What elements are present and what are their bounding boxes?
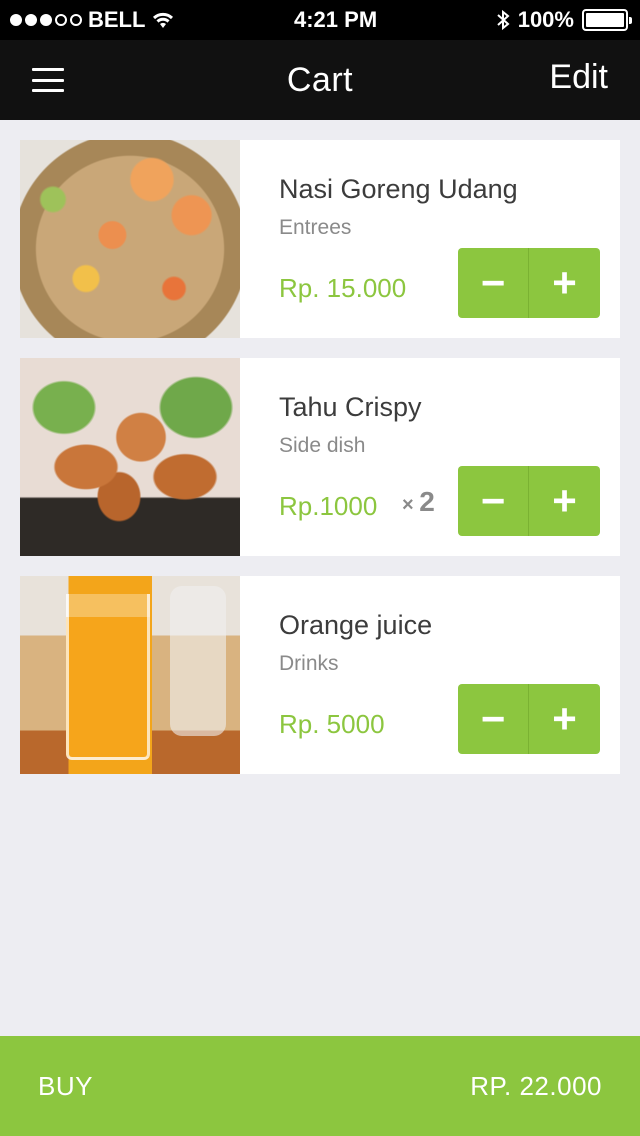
item-details: Orange juice Drinks Rp. 5000 − +	[240, 576, 620, 774]
page-title: Cart	[286, 60, 354, 99]
status-bar: BELL 4:21 PM 100%	[0, 0, 640, 40]
signal-strength-icon	[10, 14, 82, 26]
item-quantity: × 2	[402, 486, 435, 518]
nav-bar: Cart Edit	[0, 40, 640, 120]
checkout-bar: BUY RP. 22.000	[0, 1036, 640, 1136]
carrier-label: BELL	[88, 7, 146, 32]
cart-item: Orange juice Drinks Rp. 5000 − +	[20, 576, 620, 774]
increase-quantity-button[interactable]: +	[529, 466, 600, 536]
increase-quantity-button[interactable]: +	[529, 248, 600, 318]
item-details: Nasi Goreng Udang Entrees Rp. 15.000 − +	[240, 140, 620, 338]
decrease-quantity-button[interactable]: −	[458, 466, 529, 536]
status-left: BELL	[10, 7, 175, 33]
battery-icon	[581, 9, 632, 31]
item-photo-crispy-tofu	[20, 358, 240, 556]
battery-percent: 100%	[517, 7, 574, 32]
item-price: Rp. 5000	[279, 709, 385, 739]
bluetooth-icon	[497, 9, 510, 31]
cart-item: Tahu Crispy Side dish Rp.1000 × 2 − +	[20, 358, 620, 556]
item-name: Nasi Goreng Udang	[279, 174, 518, 204]
bottle-shape	[170, 586, 226, 736]
edit-button[interactable]: Edit	[549, 58, 608, 97]
item-photo-fried-rice	[20, 140, 240, 338]
item-name: Orange juice	[279, 610, 433, 640]
wifi-icon	[153, 12, 174, 28]
clock: 4:21 PM	[294, 7, 378, 32]
item-price: Rp.1000	[279, 491, 378, 521]
quantity-stepper: − +	[458, 466, 600, 536]
item-category: Side dish	[279, 434, 366, 457]
quantity-value: 2	[419, 486, 435, 517]
item-price: Rp. 15.000	[279, 273, 407, 303]
item-name: Tahu Crispy	[279, 392, 422, 422]
buy-button[interactable]: BUY	[38, 1071, 93, 1102]
decrease-quantity-button[interactable]: −	[458, 684, 529, 754]
item-category: Entrees	[279, 216, 352, 239]
glass-shape	[66, 594, 150, 760]
item-photo-orange-juice	[20, 576, 240, 774]
multiply-sign: ×	[402, 494, 420, 516]
item-category: Drinks	[279, 652, 339, 675]
cart-total: RP. 22.000	[470, 1070, 602, 1101]
hamburger-menu-icon[interactable]	[32, 68, 64, 92]
decrease-quantity-button[interactable]: −	[458, 248, 529, 318]
status-right: 100%	[496, 7, 632, 33]
cart-item: Nasi Goreng Udang Entrees Rp. 15.000 − +	[20, 140, 620, 338]
quantity-stepper: − +	[458, 248, 600, 318]
increase-quantity-button[interactable]: +	[529, 684, 600, 754]
item-details: Tahu Crispy Side dish Rp.1000 × 2 − +	[240, 358, 620, 556]
quantity-stepper: − +	[458, 684, 600, 754]
